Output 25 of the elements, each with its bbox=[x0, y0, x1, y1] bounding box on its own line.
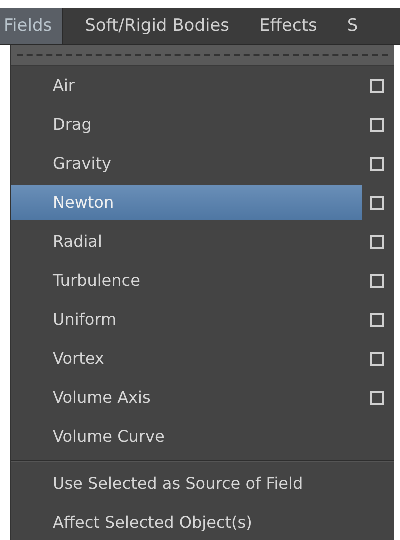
menu-item[interactable]: Drag bbox=[11, 107, 362, 142]
menu-item[interactable]: Volume Curve bbox=[11, 419, 388, 454]
menu-item[interactable]: Newton bbox=[11, 185, 362, 220]
option-box-icon[interactable] bbox=[370, 118, 384, 132]
menu-bar-item[interactable]: Soft/Rigid Bodies bbox=[73, 8, 240, 44]
option-box-icon[interactable] bbox=[370, 196, 384, 210]
option-box-icon[interactable] bbox=[370, 234, 384, 248]
menu-bar-item[interactable]: Effects bbox=[248, 8, 328, 44]
menu-item[interactable]: Uniform bbox=[11, 302, 362, 337]
menu-item[interactable]: Volume Axis bbox=[11, 380, 362, 415]
menu-item[interactable]: Use Selected as Source of Field bbox=[11, 466, 388, 501]
menu-item[interactable]: Radial bbox=[11, 224, 362, 259]
menu-bar-item[interactable]: Fields bbox=[0, 8, 64, 44]
menu-item[interactable]: Gravity bbox=[11, 146, 362, 181]
option-box-icon[interactable] bbox=[370, 390, 384, 404]
menu-item[interactable]: Vortex bbox=[11, 341, 362, 376]
menu-item[interactable]: Air bbox=[11, 68, 362, 103]
option-box-icon[interactable] bbox=[370, 78, 384, 92]
menu-item[interactable]: Turbulence bbox=[11, 263, 362, 298]
menu-item[interactable]: Affect Selected Object(s) bbox=[11, 505, 388, 540]
option-box-icon[interactable] bbox=[370, 156, 384, 170]
option-box-icon[interactable] bbox=[370, 274, 384, 288]
option-box-icon[interactable] bbox=[370, 352, 384, 366]
menu-bar-item[interactable]: S bbox=[335, 8, 358, 44]
option-box-icon[interactable] bbox=[370, 312, 384, 326]
